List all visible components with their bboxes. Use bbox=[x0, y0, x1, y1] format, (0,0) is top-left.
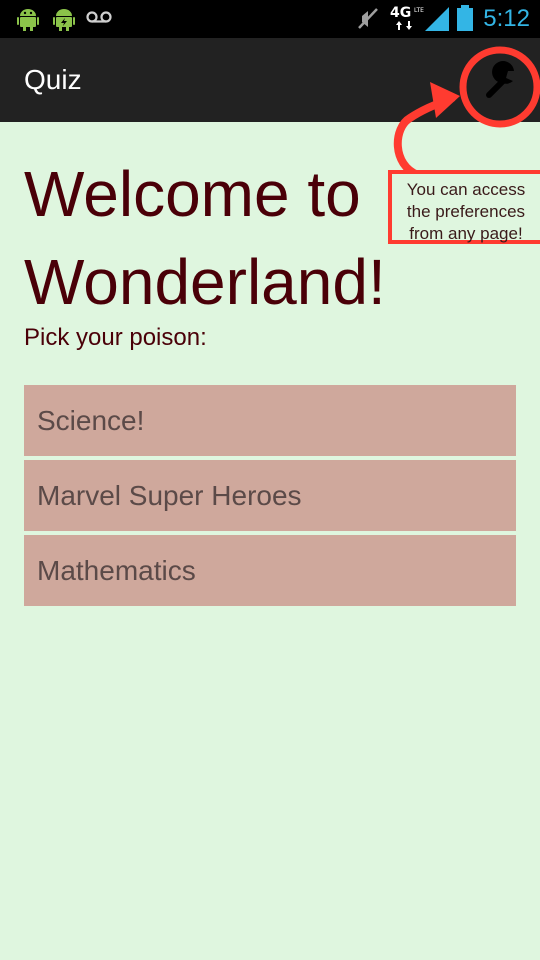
action-bar: Quiz bbox=[0, 38, 540, 122]
topic-item-science[interactable]: Science! bbox=[24, 385, 516, 456]
topic-item-marvel-super-heroes[interactable]: Marvel Super Heroes bbox=[24, 460, 516, 531]
app-title: Quiz bbox=[24, 64, 82, 95]
topic-list: Science! Marvel Super Heroes Mathematics bbox=[24, 385, 516, 610]
annotation-callout: You can access the preferences from any … bbox=[388, 170, 540, 244]
android-icon bbox=[17, 9, 39, 31]
settings-button[interactable] bbox=[475, 58, 525, 108]
4g-lte-icon: 4G LTE bbox=[390, 5, 424, 30]
svg-text:4G: 4G bbox=[390, 5, 411, 21]
callout-line-1: You can access bbox=[406, 180, 526, 199]
voicemail-icon bbox=[86, 11, 112, 23]
mute-icon bbox=[358, 8, 378, 29]
topic-item-mathematics[interactable]: Mathematics bbox=[24, 535, 516, 606]
subtitle: Pick your poison: bbox=[24, 324, 207, 351]
callout-line-3: from any page! bbox=[409, 224, 523, 243]
status-bar: 4G LTE 5:12 bbox=[0, 0, 540, 38]
status-time: 5:12 bbox=[483, 5, 530, 32]
signal-icon bbox=[425, 7, 449, 31]
callout-line-2: the preferences bbox=[406, 202, 526, 221]
svg-text:LTE: LTE bbox=[414, 7, 424, 14]
battery-icon bbox=[457, 5, 473, 31]
android-battery-icon bbox=[53, 9, 75, 31]
wrench-icon bbox=[486, 61, 514, 98]
